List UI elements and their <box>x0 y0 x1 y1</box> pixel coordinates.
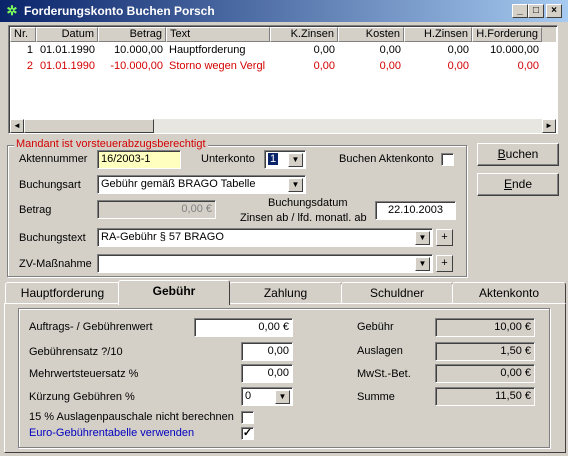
cell-text: Storno wegen Vergl <box>169 60 266 72</box>
grid-header: Nr. Datum Betrag Text K.Zinsen Kosten H.… <box>10 27 556 42</box>
ende-hotkey: E <box>503 177 512 191</box>
cell-betrag: 10.000,00 <box>114 44 163 56</box>
zv-massnahme-label: ZV-Maßnahme <box>19 258 92 270</box>
mwst-satz-field[interactable]: 0,00 <box>241 364 293 383</box>
kuerzung-label: Kürzung Gebühren % <box>29 391 135 403</box>
tab-aktenkonto[interactable]: Aktenkonto <box>452 282 566 304</box>
tab-zahlung[interactable]: Zahlung <box>229 282 342 304</box>
summe-value: 11,50 € <box>435 387 535 406</box>
buchungstext-select[interactable]: RA-Gebühr § 57 BRAGO ▼ <box>97 228 433 247</box>
cell-hforderung: 0,00 <box>517 60 539 72</box>
buchungsdatum-label: Buchungsdatum <box>268 197 348 209</box>
app-icon: ✲ <box>6 3 18 18</box>
col-header-nr[interactable]: Nr. <box>10 27 36 42</box>
cell-hzinsen: 0,00 <box>447 60 469 72</box>
cell-text: Hauptforderung <box>169 44 246 56</box>
gebuehr-value: 10,00 € <box>435 318 535 337</box>
cell-kosten: 0,00 <box>379 44 401 56</box>
cell-kzinsen: 0,00 <box>313 44 335 56</box>
scroll-left-button[interactable]: ◄ <box>10 119 24 133</box>
gebuehr-label: Gebühr <box>357 321 394 333</box>
aktennummer-field[interactable]: 16/2003-1 <box>97 150 181 169</box>
mwst-betrag-value: 0,00 € <box>435 364 535 383</box>
vorsteuer-notice: Mandant ist vorsteuerabzugsberechtigt <box>14 138 208 150</box>
betrag-field[interactable]: 0,00 € <box>97 200 216 219</box>
buchen-button[interactable]: Buchen <box>477 143 559 166</box>
cell-datum: 01.01.1990 <box>39 60 95 72</box>
col-header-text[interactable]: Text <box>166 27 270 42</box>
aktennummer-label: Aktennummer <box>19 153 88 165</box>
col-header-hforderung[interactable]: H.Forderung <box>472 27 542 42</box>
minimize-button[interactable]: _ <box>512 4 528 18</box>
unterkonto-label: Unterkonto <box>201 153 255 165</box>
booking-grid[interactable]: Nr. Datum Betrag Text K.Zinsen Kosten H.… <box>8 25 558 134</box>
auslagen-value: 1,50 € <box>435 342 535 361</box>
window-title: Forderungskonto Buchen Porsch <box>24 4 215 18</box>
cell-datum: 01.01.1990 <box>39 44 95 56</box>
buchungsart-label: Buchungsart <box>19 179 81 191</box>
euro-tabelle-label: Euro-Gebührentabelle verwenden <box>29 427 195 439</box>
summe-label: Summe <box>357 391 395 403</box>
col-header-datum[interactable]: Datum <box>36 27 98 42</box>
add-zv-massnahme-button[interactable]: + <box>436 255 453 272</box>
chevron-down-icon[interactable]: ▼ <box>288 153 303 167</box>
auftragswert-field[interactable]: 0,00 € <box>194 318 293 337</box>
scroll-thumb[interactable] <box>24 119 154 133</box>
cell-kzinsen: 0,00 <box>313 60 335 72</box>
col-header-kosten[interactable]: Kosten <box>338 27 404 42</box>
pauschale-label: 15 % Auslagenpauschale nicht berechnen <box>29 411 234 423</box>
chevron-down-icon[interactable]: ▼ <box>275 390 290 404</box>
tab-hauptforderung[interactable]: Hauptforderung <box>5 282 120 304</box>
zv-massnahme-select[interactable]: ▼ <box>97 254 433 273</box>
auslagen-label: Auslagen <box>357 345 403 357</box>
maximize-button[interactable]: □ <box>528 4 544 18</box>
chevron-down-icon[interactable]: ▼ <box>415 231 430 245</box>
cell-nr: 2 <box>26 60 33 72</box>
mwst-betrag-label: MwSt.-Bet. <box>357 368 411 380</box>
ende-label: nde <box>511 177 533 191</box>
zinsen-ab-label: Zinsen ab / lfd. monatl. ab <box>240 212 367 224</box>
buchungstext-label: Buchungstext <box>19 232 86 244</box>
table-row[interactable]: 2 01.01.1990 -10.000,00 Storno wegen Ver… <box>10 58 556 74</box>
cell-hforderung: 10.000,00 <box>490 44 539 56</box>
tab-schuldner[interactable]: Schuldner <box>341 282 453 304</box>
unterkonto-value: 1 <box>268 153 279 165</box>
horizontal-scrollbar[interactable]: ◄ ► <box>10 119 556 133</box>
ende-button[interactable]: Ende <box>477 173 559 196</box>
chevron-down-icon[interactable]: ▼ <box>288 178 303 192</box>
gebuehrensatz-field[interactable]: 0,00 <box>241 342 293 361</box>
col-header-kzinsen[interactable]: K.Zinsen <box>270 27 338 42</box>
pauschale-checkbox[interactable] <box>241 411 254 424</box>
add-buchungstext-button[interactable]: + <box>436 229 453 246</box>
scroll-right-button[interactable]: ► <box>542 119 556 133</box>
cell-nr: 1 <box>26 44 33 56</box>
auftragswert-label: Auftrags- / Gebührenwert <box>29 321 153 333</box>
buchungstext-value: RA-Gebühr § 57 BRAGO <box>101 231 224 243</box>
chevron-down-icon[interactable]: ▼ <box>415 257 430 271</box>
gebuehrensatz-label: Gebührensatz ?/10 <box>29 346 123 358</box>
buchen-aktenkonto-checkbox[interactable] <box>441 153 454 166</box>
euro-tabelle-checkbox[interactable]: ✓ <box>241 427 254 440</box>
kuerzung-select[interactable]: 0 ▼ <box>241 387 293 406</box>
close-button[interactable]: × <box>546 4 562 18</box>
cell-kosten: 0,00 <box>379 60 401 72</box>
tab-gebuehr[interactable]: Gebühr <box>118 280 230 305</box>
cell-hzinsen: 0,00 <box>447 44 469 56</box>
col-header-hzinsen[interactable]: H.Zinsen <box>404 27 472 42</box>
buchen-aktenkonto-label: Buchen Aktenkonto <box>339 153 434 165</box>
col-header-betrag[interactable]: Betrag <box>98 27 166 42</box>
buchungsart-select[interactable]: Gebühr gemäß BRAGO Tabelle ▼ <box>97 175 306 194</box>
unterkonto-select[interactable]: 1 ▼ <box>264 150 306 169</box>
buchungsdatum-field[interactable]: 22.10.2003 <box>375 201 456 220</box>
betrag-label: Betrag <box>19 204 52 216</box>
title-bar: ✲ Forderungskonto Buchen Porsch _ □ × <box>0 0 568 22</box>
mwst-satz-label: Mehrwertsteuersatz % <box>29 368 139 380</box>
cell-betrag: -10.000,00 <box>110 60 163 72</box>
buchungsart-value: Gebühr gemäß BRAGO Tabelle <box>101 178 256 190</box>
buchen-hotkey: B <box>497 147 506 161</box>
kuerzung-value: 0 <box>245 390 252 402</box>
table-row[interactable]: 1 01.01.1990 10.000,00 Hauptforderung 0,… <box>10 42 556 58</box>
buchen-label: uchen <box>505 147 539 161</box>
